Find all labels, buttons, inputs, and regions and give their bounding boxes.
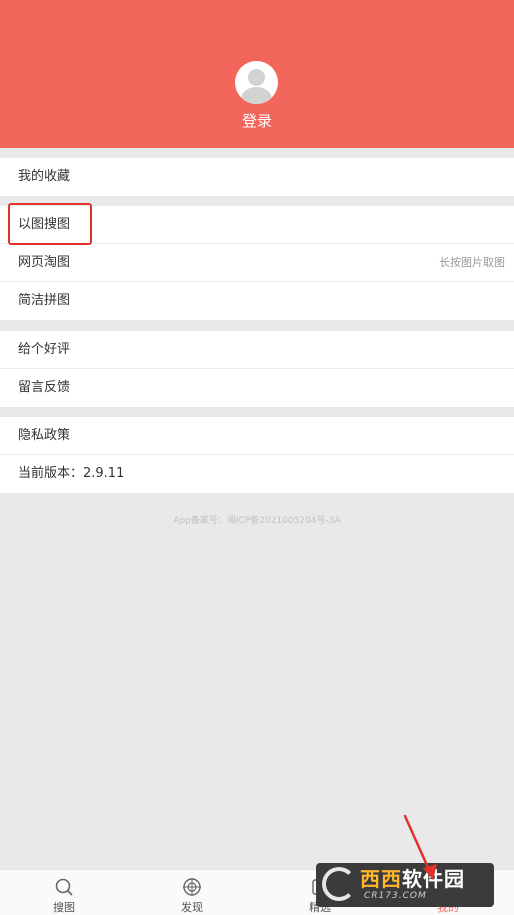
annotation-arrow [403, 814, 437, 880]
